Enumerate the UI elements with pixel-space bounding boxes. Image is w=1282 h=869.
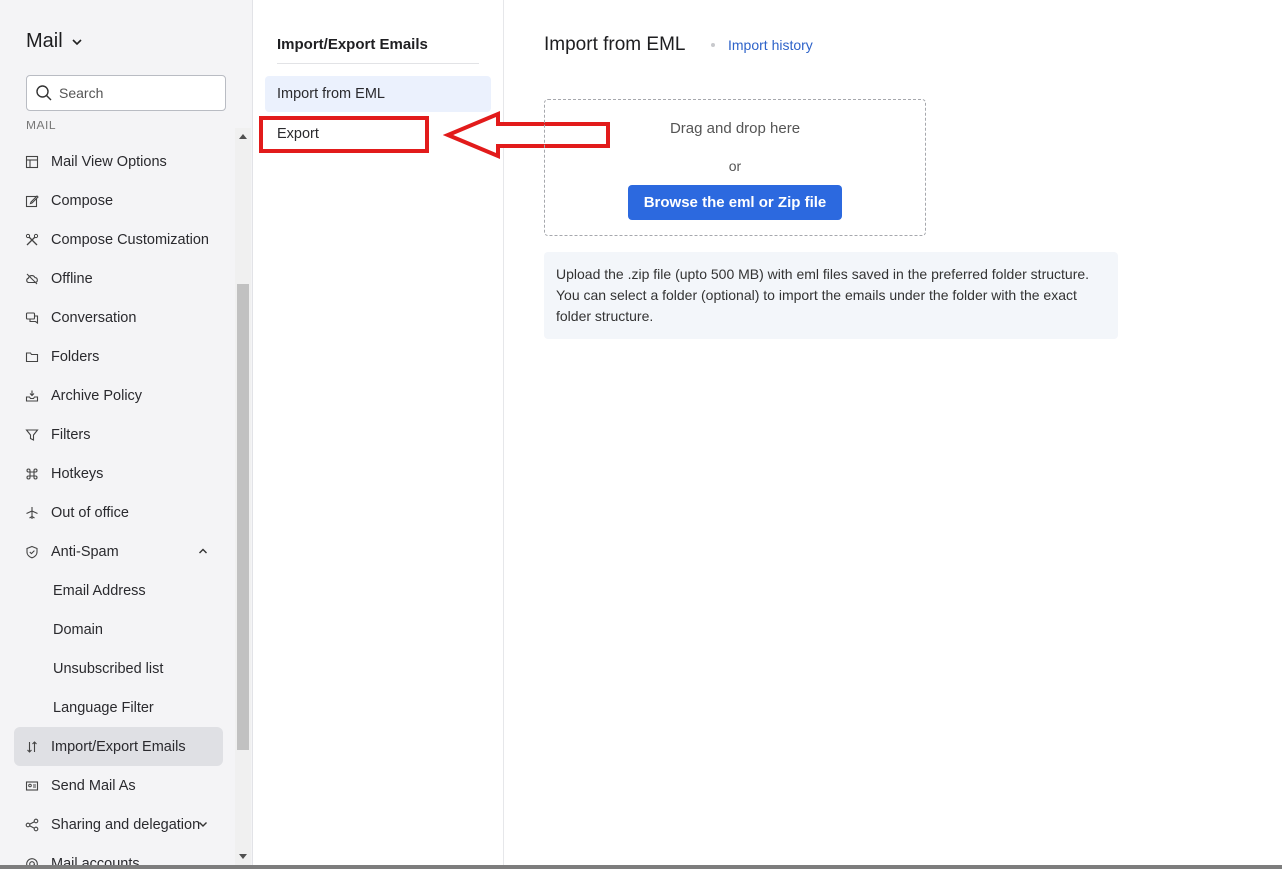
submenu-item-import-from-eml[interactable]: Import from EML bbox=[265, 76, 491, 112]
settings-sidebar: Mail MAIL Mail View Options Compose Comp… bbox=[0, 0, 253, 869]
scroll-up-arrow-icon[interactable] bbox=[235, 128, 251, 144]
sidebar-item-label: Compose bbox=[51, 192, 114, 209]
cloud-off-icon bbox=[24, 271, 40, 287]
submenu-item-label: Import from EML bbox=[277, 86, 385, 102]
sidebar-item-send-mail-as[interactable]: Send Mail As bbox=[14, 766, 223, 805]
submenu-item-label: Export bbox=[277, 126, 319, 142]
import-export-icon bbox=[24, 739, 40, 755]
share-icon bbox=[24, 817, 40, 833]
sidebar-item-compose-customization[interactable]: Compose Customization bbox=[14, 220, 223, 259]
search-icon bbox=[36, 85, 52, 101]
sidebar-item-sharing-and-delegation[interactable]: Sharing and delegation bbox=[14, 805, 223, 844]
sidebar-item-label: Sharing and delegation bbox=[51, 816, 201, 833]
app-switcher[interactable]: Mail bbox=[26, 30, 83, 53]
sidebar-item-label: Send Mail As bbox=[51, 777, 136, 794]
search-box[interactable] bbox=[26, 75, 226, 111]
sidebar-item-label: Archive Policy bbox=[51, 387, 143, 404]
sidebar-item-label: Email Address bbox=[53, 582, 146, 599]
layout-icon bbox=[24, 154, 40, 170]
submenu-item-export[interactable]: Export bbox=[265, 116, 491, 152]
sidebar-item-label: Unsubscribed list bbox=[53, 660, 164, 677]
sidebar-item-offline[interactable]: Offline bbox=[14, 259, 223, 298]
sidebar-item-hotkeys[interactable]: Hotkeys bbox=[14, 454, 223, 493]
sidebar-item-folders[interactable]: Folders bbox=[14, 337, 223, 376]
sidebar-item-anti-spam[interactable]: Anti-Spam bbox=[14, 532, 223, 571]
chevron-down-icon bbox=[72, 38, 82, 45]
sidebar-item-label: Import/Export Emails bbox=[51, 738, 186, 755]
sidebar-item-conversation[interactable]: Conversation bbox=[14, 298, 223, 337]
main-panel: Import from EML Import history Drag and … bbox=[504, 0, 1282, 869]
chevron-up-icon[interactable] bbox=[197, 545, 209, 557]
edit-icon bbox=[24, 193, 40, 209]
chat-icon bbox=[24, 310, 40, 326]
sidebar-item-email-address[interactable]: Email Address bbox=[14, 571, 223, 610]
sidebar-item-label: Filters bbox=[51, 426, 91, 443]
sidebar-item-label: Domain bbox=[53, 621, 103, 638]
file-dropzone[interactable]: Drag and drop here or Browse the eml or … bbox=[544, 99, 926, 236]
sidebar-scrollbar[interactable] bbox=[235, 128, 251, 865]
section-header-mail: MAIL bbox=[26, 121, 57, 132]
dropzone-or: or bbox=[728, 158, 742, 174]
import-history-link[interactable]: Import history bbox=[728, 37, 813, 53]
scrollbar-thumb[interactable] bbox=[237, 284, 249, 750]
submenu-title: Import/Export Emails bbox=[277, 36, 428, 53]
sidebar-item-import-export-emails[interactable]: Import/Export Emails bbox=[14, 727, 223, 766]
import-export-submenu: Import/Export Emails Import from EML Exp… bbox=[253, 0, 504, 869]
info-line: Upload the .zip file (upto 500 MB) with … bbox=[556, 266, 1090, 282]
sidebar-item-filters[interactable]: Filters bbox=[14, 415, 223, 454]
shield-icon bbox=[24, 544, 40, 560]
window-bottom-edge bbox=[0, 865, 1282, 869]
sidebar-item-archive-policy[interactable]: Archive Policy bbox=[14, 376, 223, 415]
sidebar-item-label: Language Filter bbox=[53, 699, 154, 716]
separator-dot bbox=[711, 43, 715, 47]
command-icon bbox=[24, 466, 40, 482]
page-title: Import from EML bbox=[544, 34, 686, 55]
sidebar-item-label: Offline bbox=[51, 270, 93, 287]
browse-file-button[interactable]: Browse the eml or Zip file bbox=[628, 185, 842, 220]
sidebar-item-label: Anti-Spam bbox=[51, 543, 119, 560]
info-line: folder structure. bbox=[556, 308, 654, 324]
send-as-icon bbox=[24, 778, 40, 794]
archive-icon bbox=[24, 388, 40, 404]
scroll-down-arrow-icon[interactable] bbox=[235, 849, 251, 865]
sidebar-item-out-of-office[interactable]: Out of office bbox=[14, 493, 223, 532]
search-input[interactable] bbox=[59, 85, 209, 101]
plane-icon bbox=[24, 505, 40, 521]
sidebar-item-label: Folders bbox=[51, 348, 100, 365]
sidebar-item-label: Compose Customization bbox=[51, 231, 209, 248]
sidebar-item-language-filter[interactable]: Language Filter bbox=[14, 688, 223, 727]
chevron-down-icon[interactable] bbox=[197, 818, 209, 830]
sidebar-item-unsubscribed-list[interactable]: Unsubscribed list bbox=[14, 649, 223, 688]
sidebar-item-label: Conversation bbox=[51, 309, 137, 326]
dropzone-text: Drag and drop here bbox=[669, 120, 801, 137]
sidebar-item-mail-view-options[interactable]: Mail View Options bbox=[14, 142, 223, 181]
sidebar-item-label: Hotkeys bbox=[51, 465, 104, 482]
folder-icon bbox=[24, 349, 40, 365]
sidebar-item-label: Mail View Options bbox=[51, 153, 167, 170]
info-line: You can select a folder (optional) to im… bbox=[556, 287, 1077, 303]
sidebar-item-domain[interactable]: Domain bbox=[14, 610, 223, 649]
sidebar-item-compose[interactable]: Compose bbox=[14, 181, 223, 220]
tools-icon bbox=[24, 232, 40, 248]
sidebar-item-label: Out of office bbox=[51, 504, 129, 521]
filter-icon bbox=[24, 427, 40, 443]
settings-nav: Mail View Options Compose Compose Custom… bbox=[14, 142, 223, 869]
divider bbox=[277, 63, 479, 64]
upload-info-box: Upload the .zip file (upto 500 MB) with … bbox=[544, 252, 1118, 339]
app-title: Mail bbox=[26, 30, 63, 52]
